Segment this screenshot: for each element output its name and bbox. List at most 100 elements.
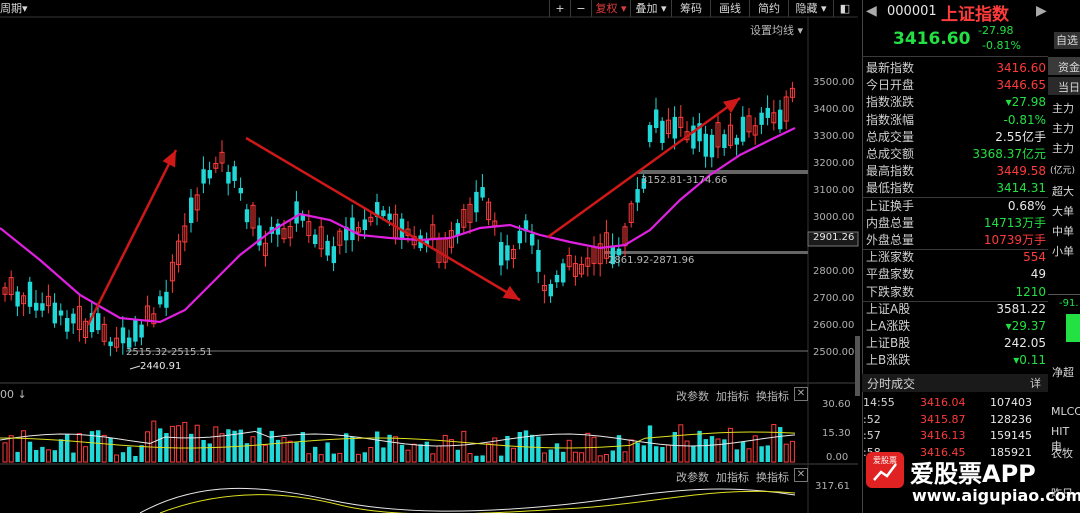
volume-bar: [219, 433, 225, 463]
fund-bar: [1066, 314, 1080, 342]
y-tick: 3300.00: [813, 131, 855, 142]
zoom-out-button[interactable]: −: [570, 0, 591, 17]
volume-bar: [622, 451, 628, 463]
ref-line-mid: [604, 251, 808, 254]
watermark-brand: 爱股票APP: [910, 460, 1036, 488]
volume-bar: [65, 434, 70, 462]
change-param-button[interactable]: 改参数: [676, 388, 709, 404]
zhuli-label-3: 主力: [1052, 142, 1074, 155]
draw-line-button[interactable]: 画线: [710, 0, 749, 17]
volume-bar: [566, 439, 572, 463]
trend-arrow: [547, 96, 741, 239]
stat-label: 指数涨幅: [866, 112, 915, 127]
switch-indicator-button[interactable]: 换指标: [756, 388, 789, 404]
close-icon-2[interactable]: ✕: [794, 468, 808, 482]
switch-indicator-button-2[interactable]: 换指标: [756, 469, 789, 485]
period-selector[interactable]: 周期▾: [0, 0, 28, 17]
volume-bar: [499, 455, 504, 462]
stat-label: 上证B股: [866, 336, 911, 351]
volume-bar: [213, 426, 219, 463]
volume-bar: [300, 432, 305, 462]
simple-button[interactable]: 简约: [749, 0, 788, 17]
volume-bar: [709, 436, 715, 462]
tick-row: 14:55 3416.04 107403: [862, 395, 1042, 411]
stat-row: 上证B股 242.05: [866, 335, 1046, 352]
volume-bar: [375, 431, 380, 462]
tick-time: :57: [863, 429, 881, 442]
volume-arrow: 00 ↓: [0, 388, 27, 401]
stock-code: 000001: [887, 4, 937, 19]
zhuli-label-1: 主力: [1052, 102, 1074, 115]
volume-bar: [139, 445, 144, 462]
zhongdan-label: 中单: [1052, 225, 1074, 238]
volume-bar: [436, 445, 442, 463]
candle: [709, 134, 715, 158]
volume-bar: [703, 439, 708, 462]
stat-label: 最高指数: [866, 164, 915, 179]
volume-bar: [306, 453, 312, 463]
volume-bar: [269, 430, 274, 462]
scrollbar[interactable]: [855, 336, 860, 396]
next-arrow-icon[interactable]: ▶: [1036, 3, 1047, 19]
volume-bar: [27, 441, 33, 462]
stat-row: 最低指数 3414.31: [866, 180, 1046, 197]
volume-bar: [665, 444, 671, 463]
volume-bar: [114, 454, 120, 463]
tick-row: :52 3415.87 128236: [862, 412, 1042, 428]
volume-bar: [52, 450, 57, 462]
zoom-in-button[interactable]: +: [549, 0, 570, 17]
stat-row: 最高指数 3449.58: [866, 163, 1046, 180]
tick-row: :57 3416.13 159145: [862, 428, 1042, 444]
volume-bar: [523, 430, 529, 462]
candle: [40, 303, 45, 311]
close-icon[interactable]: ✕: [794, 387, 808, 401]
volume-bar: [597, 455, 603, 463]
indicator-y-tick: 317.61: [815, 481, 850, 492]
candle: [108, 341, 113, 347]
add-indicator-button-2[interactable]: 加指标: [716, 469, 749, 485]
add-indicator-button[interactable]: 加指标: [716, 388, 749, 404]
candle: [350, 217, 355, 241]
zhuli-label-2: 主力: [1052, 122, 1074, 135]
candle: [635, 189, 640, 203]
stat-row: 上涨家数 554: [866, 249, 1046, 266]
volume-bar: [201, 439, 206, 462]
volume-bar: [182, 421, 188, 463]
volume-bar: [715, 438, 721, 463]
candle: [158, 296, 163, 305]
ticks-detail-button[interactable]: 详: [1030, 375, 1041, 391]
volume-bar: [430, 453, 436, 463]
news-item[interactable]: MLCC: [1051, 405, 1080, 418]
add-self-select-button[interactable]: 自选: [1054, 32, 1080, 49]
price-change: -27.98: [978, 24, 1014, 37]
kline-chart[interactable]: [0, 0, 862, 513]
candle: [548, 283, 553, 297]
change-param-button-2[interactable]: 改参数: [676, 469, 709, 485]
candle: [660, 120, 665, 143]
watermark-url: www.aigupiao.com: [912, 486, 1080, 505]
period-label: 周期: [0, 2, 22, 15]
overlay-label: 叠加: [635, 2, 658, 15]
hide-button[interactable]: 隐藏 ▾: [788, 0, 833, 17]
stat-label: 上A涨跌: [866, 319, 911, 333]
candle: [455, 223, 460, 236]
stat-row: 指数涨幅 -0.81%: [866, 112, 1046, 129]
settings-icon[interactable]: ◧: [833, 0, 856, 17]
news-item[interactable]: 农牧: [1051, 445, 1073, 461]
volume-bar: [96, 430, 101, 462]
candle: [331, 246, 336, 264]
volume-bar: [108, 437, 113, 462]
volume-bar: [628, 439, 634, 463]
tick-volume: 107403: [990, 396, 1032, 409]
overlay-button[interactable]: 叠加 ▾: [630, 0, 671, 17]
stat-value: 242.05: [1004, 336, 1046, 351]
stat-value: 0.68%: [1007, 198, 1046, 213]
stat-label: 外盘总量: [866, 233, 915, 247]
volume-bar: [393, 436, 399, 463]
candle: [201, 169, 206, 184]
candle: [207, 170, 212, 179]
chip-button[interactable]: 筹码: [671, 0, 710, 17]
ma-setting-button[interactable]: 设置均线 ▾: [750, 22, 803, 38]
prev-arrow-icon[interactable]: ◀: [866, 3, 877, 19]
fuquan-button[interactable]: 复权 ▾: [591, 0, 630, 17]
